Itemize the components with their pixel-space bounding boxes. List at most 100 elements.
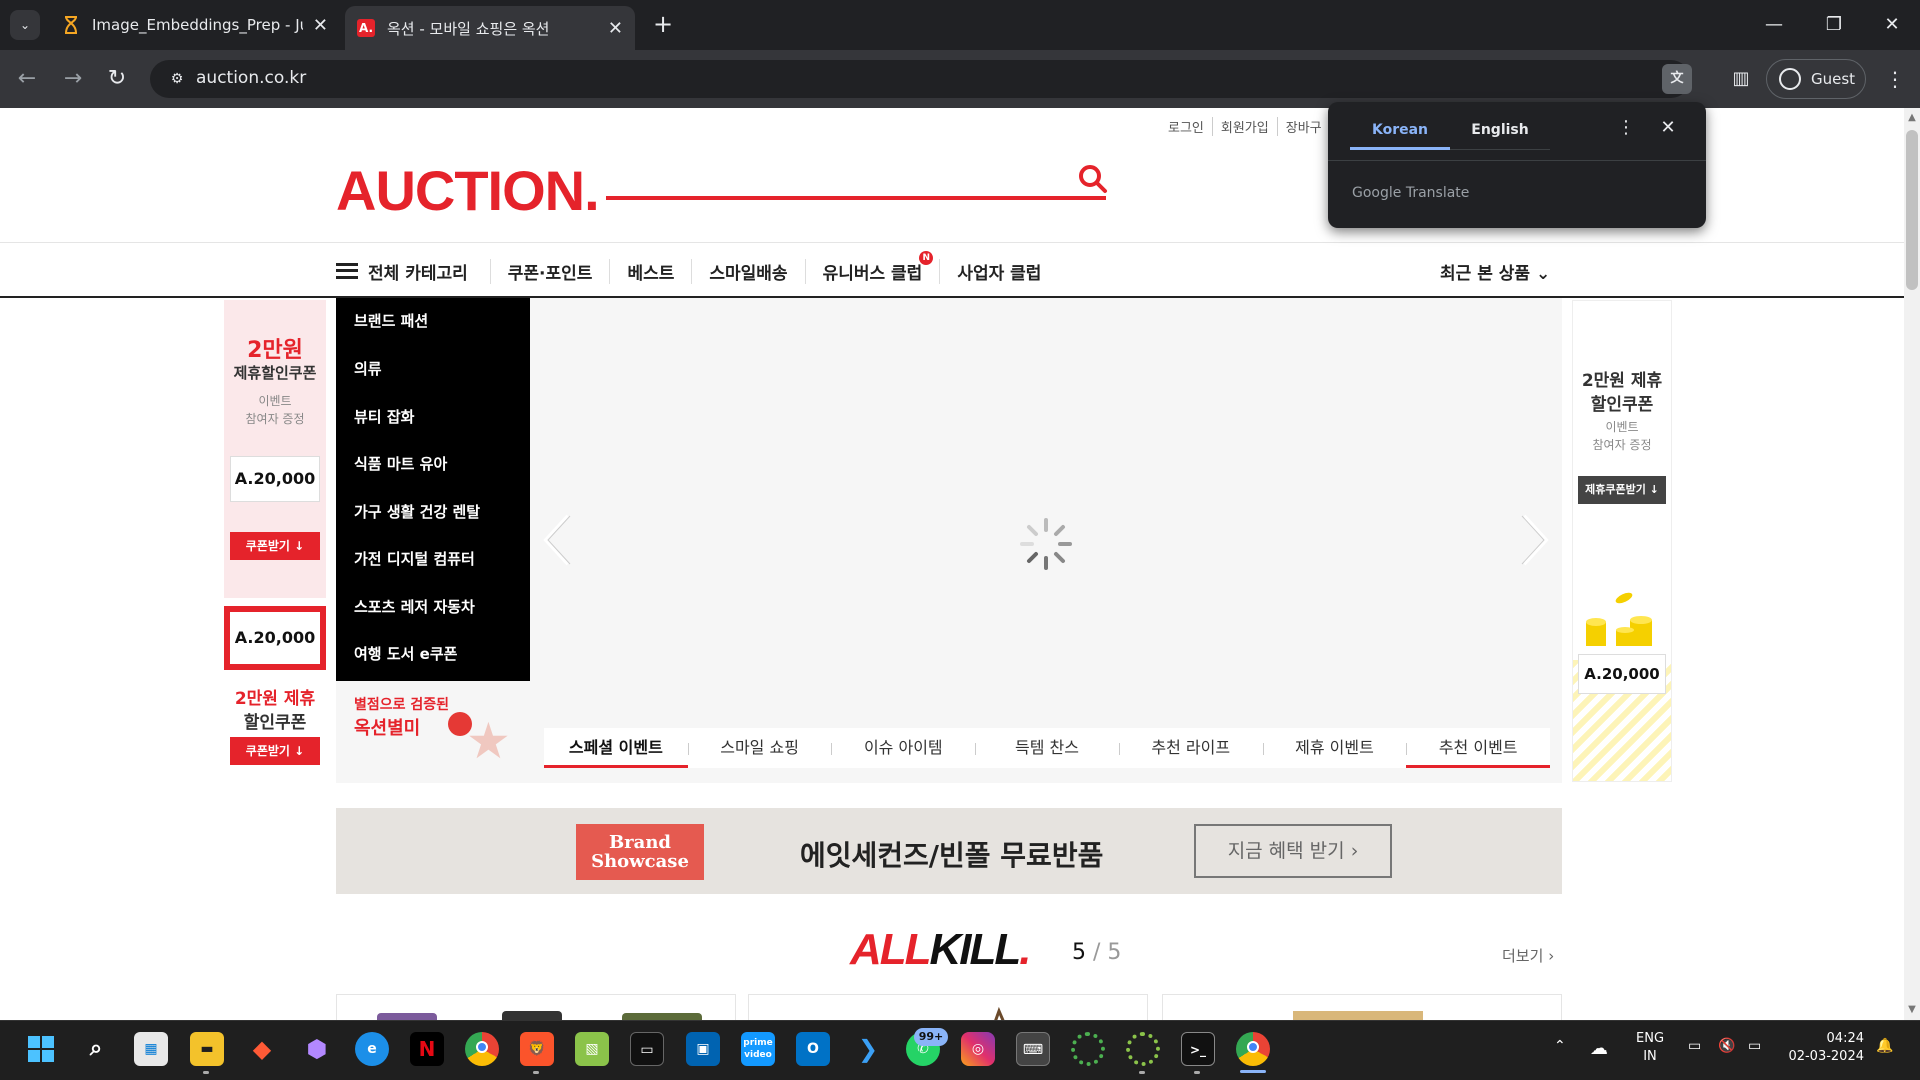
brave-icon[interactable]: 🦁 (520, 1032, 554, 1066)
chevron-up-icon[interactable]: ⌃ (1554, 1038, 1566, 1054)
site-info-icon[interactable]: ⚙ (162, 64, 192, 94)
outlook-icon[interactable]: O (796, 1032, 830, 1066)
left-banner-coupon-2[interactable]: A.20,000 (224, 606, 326, 670)
search-input[interactable] (606, 196, 1106, 200)
more-link[interactable]: 더보기 › (1502, 945, 1554, 966)
tab-partner-event[interactable]: 제휴 이벤트 (1262, 728, 1407, 768)
more-menu-icon[interactable]: ⋮ (1880, 64, 1910, 94)
close-tab-icon[interactable]: ✕ (608, 18, 623, 39)
netflix-icon[interactable]: N (410, 1032, 444, 1066)
nav-all-categories[interactable]: 전체 카테고리 (368, 259, 490, 284)
cloud-icon[interactable]: ☁ (1590, 1038, 1608, 1059)
auction-logo[interactable]: AUCTION. (336, 158, 600, 223)
restore-button[interactable]: ❐ (1812, 8, 1856, 42)
microsoft-store-icon[interactable]: ▦ (134, 1032, 168, 1066)
tab-search-button[interactable]: ⌄ (10, 10, 40, 40)
allkill-logo-b: KILL (929, 925, 1022, 974)
translate-more-icon[interactable]: ⋮ (1614, 116, 1638, 140)
promo-line1: 별점으로 검증된 (354, 697, 450, 713)
tab-special-event[interactable]: 스페셜 이벤트 (544, 728, 688, 768)
app-green-ring-icon[interactable] (1126, 1032, 1160, 1066)
left-coupon-button-2[interactable]: 쿠폰받기 ↓ (230, 737, 320, 765)
taskbar-clock[interactable]: 04:24 02-03-2024 (1788, 1030, 1864, 1066)
tab-smile-shopping[interactable]: 스마일 쇼핑 (687, 728, 832, 768)
scroll-thumb[interactable] (1906, 130, 1918, 290)
close-window-button[interactable]: ✕ (1870, 8, 1914, 42)
network-icon[interactable]: ▭ (1688, 1038, 1701, 1054)
tab-issue-item[interactable]: 이슈 아이템 (831, 728, 975, 768)
tab-recommended-event[interactable]: 추천 이벤트 (1406, 728, 1551, 768)
vscode-icon[interactable]: ❯ (851, 1032, 885, 1066)
category-item[interactable]: 가구 생활 건강 렌탈 (354, 501, 480, 522)
chrome-icon[interactable] (465, 1032, 499, 1066)
notification-badge: 99+ (914, 1028, 948, 1046)
menu-icon[interactable] (336, 263, 358, 279)
carousel-next-icon[interactable] (1514, 510, 1554, 570)
app-window-icon[interactable]: ▭ (630, 1032, 664, 1066)
new-tab-button[interactable]: + (650, 12, 676, 38)
get-benefit-button[interactable]: 지금 혜택 받기 › (1194, 824, 1392, 878)
nav-universe-club[interactable]: 유니버스 클럽 N (804, 250, 940, 284)
scroll-down-icon[interactable]: ▼ (1906, 1004, 1918, 1015)
strawberry-icon (448, 712, 472, 736)
notification-bell-icon[interactable]: 🔔 (1876, 1038, 1893, 1054)
coins-icon (1584, 590, 1664, 650)
active-app-indicator (1240, 1070, 1266, 1073)
language-indicator[interactable]: ENG IN (1636, 1030, 1664, 1066)
search-icon[interactable] (1076, 162, 1110, 196)
app-diamond-icon[interactable]: ◆ (245, 1032, 279, 1066)
edge-icon[interactable]: e (355, 1032, 389, 1066)
nav-best[interactable]: 베스트 (609, 258, 691, 284)
nav-coupon-point[interactable]: 쿠폰·포인트 (489, 258, 610, 284)
file-explorer-icon[interactable]: ▬ (190, 1032, 224, 1066)
app-keyboard-icon[interactable]: ⌨ (1016, 1032, 1050, 1066)
chrome-active-icon[interactable] (1236, 1032, 1270, 1066)
translate-target-tab[interactable]: English (1450, 118, 1550, 150)
minimize-button[interactable]: — (1752, 8, 1796, 42)
signup-link[interactable]: 회원가입 (1211, 117, 1277, 136)
category-item[interactable]: 식품 마트 유아 (354, 453, 447, 474)
translate-icon[interactable]: 文 (1662, 64, 1692, 94)
app-green-ring-icon[interactable] (1071, 1032, 1105, 1066)
tab-recommended-life[interactable]: 추천 라이프 (1118, 728, 1263, 768)
tab-deal-chance[interactable]: 득템 찬스 (975, 728, 1119, 768)
side-panel-icon[interactable]: ▥ (1726, 64, 1756, 94)
app-hexagon-icon[interactable]: ⬢ (300, 1032, 334, 1066)
login-link[interactable]: 로그인 (1160, 117, 1212, 136)
url-text[interactable]: auction.co.kr (196, 68, 306, 88)
category-item[interactable]: 스포츠 레저 자동차 (354, 596, 475, 617)
category-item[interactable]: 여행 도서 e쿠폰 (354, 643, 457, 664)
cart-link[interactable]: 장바구 (1276, 117, 1330, 136)
app-blue-icon[interactable]: ▣ (686, 1032, 720, 1066)
carousel-prev-icon[interactable] (538, 510, 578, 570)
instagram-icon[interactable]: ◎ (961, 1032, 995, 1066)
category-item[interactable]: 가전 디지털 컴퓨터 (354, 548, 475, 569)
battery-icon[interactable]: ▭ (1748, 1038, 1761, 1054)
category-item[interactable]: 의류 (354, 358, 382, 379)
left-coupon-button[interactable]: 쿠폰받기 ↓ (230, 532, 320, 560)
nav-smile-delivery[interactable]: 스마일배송 (691, 258, 804, 284)
reload-button[interactable]: ↻ (102, 64, 132, 94)
right-coupon-button[interactable]: 제휴쿠폰받기 ↓ (1578, 476, 1666, 504)
category-item[interactable]: 브랜드 패션 (354, 310, 428, 331)
browser-tab-auction[interactable]: A. 옥션 - 모바일 쇼핑은 옥션 ✕ (345, 6, 635, 50)
recent-label: 최근 본 상품 (1440, 264, 1531, 284)
windows-start-icon[interactable] (24, 1032, 58, 1066)
scroll-up-icon[interactable]: ▲ (1906, 112, 1918, 123)
nav-business-club[interactable]: 사업자 클럽 (939, 258, 1058, 284)
recent-products-dropdown[interactable]: 최근 본 상품 ⌄ (1440, 259, 1550, 284)
profile-button[interactable]: Guest (1766, 59, 1866, 99)
address-bar[interactable] (150, 60, 1690, 98)
prime-video-icon[interactable]: prime video (741, 1032, 775, 1066)
close-icon[interactable]: ✕ (1656, 116, 1680, 140)
terminal-icon[interactable]: >_ (1181, 1032, 1215, 1066)
category-item[interactable]: 뷰티 잡화 (354, 406, 414, 427)
browser-tab-jupyter[interactable]: Image_Embeddings_Prep - Jupy ✕ (50, 6, 340, 44)
close-tab-icon[interactable]: ✕ (313, 15, 328, 36)
volume-muted-icon[interactable]: 🔇 (1718, 1038, 1735, 1054)
app-image-icon[interactable]: ▧ (575, 1032, 609, 1066)
back-button[interactable]: ← (12, 64, 42, 94)
translate-source-tab[interactable]: Korean (1350, 118, 1450, 150)
forward-button[interactable]: → (58, 64, 88, 94)
search-icon[interactable]: ⌕ (79, 1032, 113, 1066)
